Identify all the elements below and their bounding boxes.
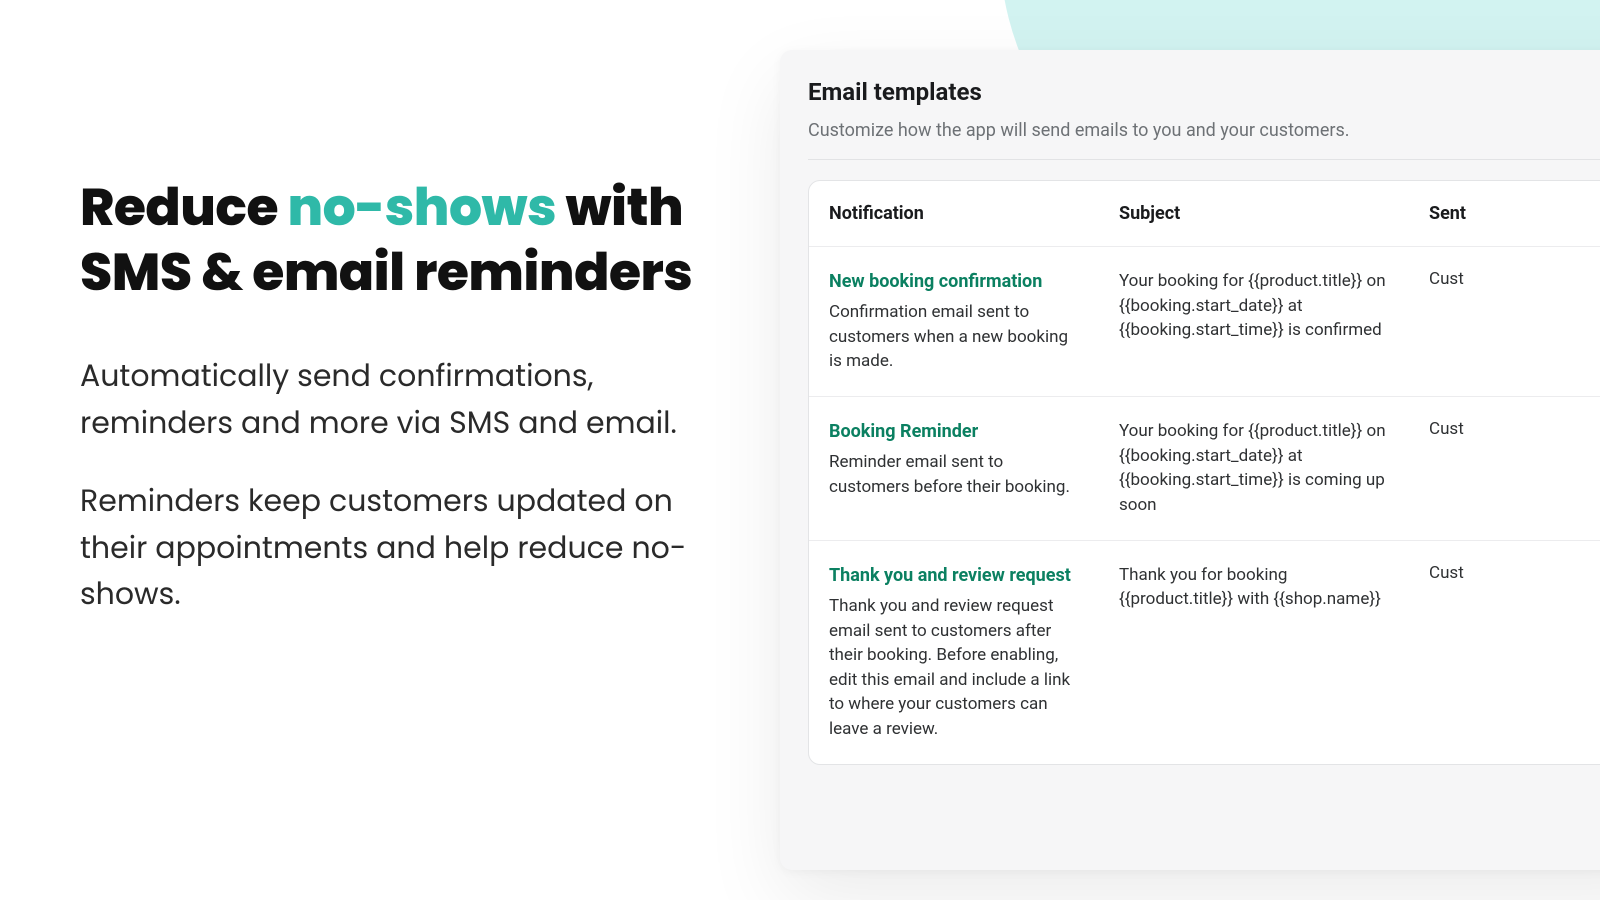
notification-title-link[interactable]: Booking Reminder (829, 419, 1079, 444)
divider (808, 159, 1600, 160)
panel-subtitle: Customize how the app will send emails t… (808, 120, 1600, 141)
col-header-sent: Sent (1409, 181, 1600, 246)
table-row[interactable]: Booking Reminder Reminder email sent to … (809, 396, 1600, 540)
notification-description: Reminder email sent to customers before … (829, 450, 1079, 499)
table-row[interactable]: Thank you and review request Thank you a… (809, 540, 1600, 764)
col-header-notification: Notification (809, 181, 1099, 246)
headline-pre: Reduce (80, 171, 287, 244)
cell-notification: Booking Reminder Reminder email sent to … (809, 397, 1099, 540)
email-templates-panel: Email templates Customize how the app wi… (780, 50, 1600, 870)
table-row[interactable]: New booking confirmation Confirmation em… (809, 246, 1600, 396)
cell-subject: Your booking for {{product.title}} on {{… (1099, 247, 1409, 396)
notification-description: Thank you and review request email sent … (829, 594, 1079, 742)
cell-sent: Cust (1409, 397, 1600, 540)
paragraph-1: Automatically send confirmations, remind… (80, 353, 720, 446)
cell-sent: Cust (1409, 247, 1600, 396)
paragraph-2: Reminders keep customers updated on thei… (80, 478, 720, 618)
panel-title: Email templates (808, 78, 1600, 106)
col-header-subject: Subject (1099, 181, 1409, 246)
email-templates-table: Notification Subject Sent New booking co… (808, 180, 1600, 765)
cell-notification: Thank you and review request Thank you a… (809, 541, 1099, 764)
cell-notification: New booking confirmation Confirmation em… (809, 247, 1099, 396)
notification-title-link[interactable]: Thank you and review request (829, 563, 1079, 588)
cell-subject: Thank you for booking {{product.title}} … (1099, 541, 1409, 764)
marketing-copy: Reduce no-shows with SMS & email reminde… (80, 175, 720, 618)
cell-sent: Cust (1409, 541, 1600, 764)
notification-title-link[interactable]: New booking confirmation (829, 269, 1079, 294)
table-header-row: Notification Subject Sent (809, 181, 1600, 246)
notification-description: Confirmation email sent to customers whe… (829, 300, 1079, 374)
headline-accent: no-shows (287, 171, 556, 244)
headline: Reduce no-shows with SMS & email reminde… (80, 175, 720, 305)
cell-subject: Your booking for {{product.title}} on {{… (1099, 397, 1409, 540)
